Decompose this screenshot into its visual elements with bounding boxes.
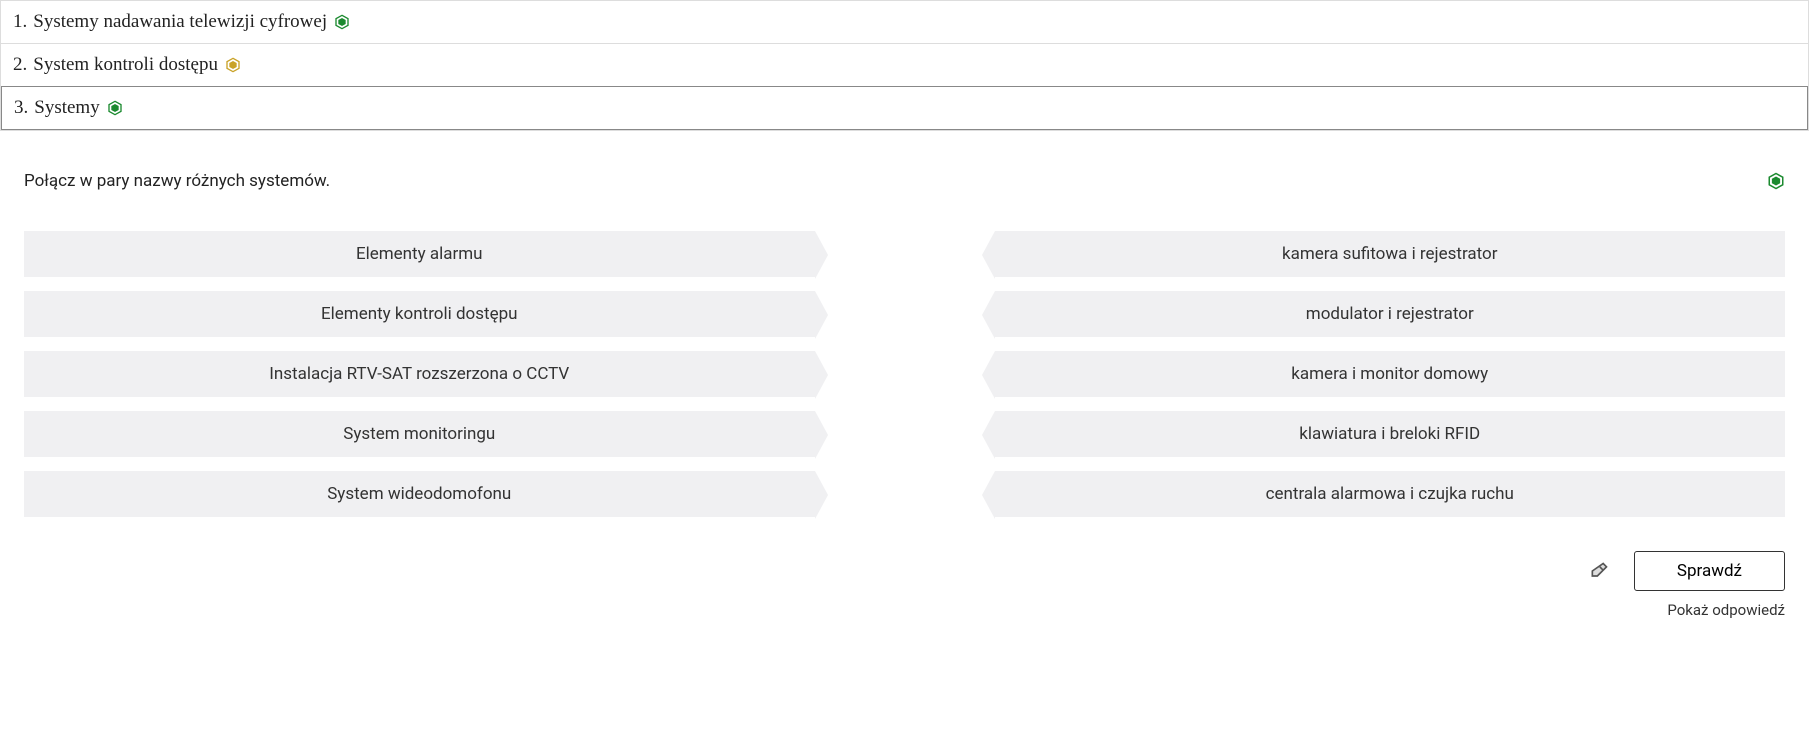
section-number: 2. <box>13 54 27 76</box>
hexagon-icon <box>1767 172 1785 190</box>
pair-left-item[interactable]: Elementy kontroli dostępu <box>24 291 815 337</box>
accordion-item-2[interactable]: 2. System kontroli dostępu <box>1 43 1808 86</box>
pairs-container: Elementy alarmu Elementy kontroli dostęp… <box>24 231 1785 517</box>
footer-controls: Sprawdź <box>24 551 1785 591</box>
right-column: kamera sufitowa i rejestrator modulator … <box>995 231 1786 517</box>
section-title: Systemy nadawania telewizji cyfrowej <box>33 11 327 33</box>
instruction-text: Połącz w pary nazwy różnych systemów. <box>24 171 330 191</box>
pair-left-item[interactable]: System wideodomofonu <box>24 471 815 517</box>
accordion-item-3[interactable]: 3. Systemy <box>1 86 1808 130</box>
hexagon-icon <box>333 13 351 31</box>
accordion-item-1[interactable]: 1. Systemy nadawania telewizji cyfrowej <box>1 0 1808 43</box>
pair-left-item[interactable]: System monitoringu <box>24 411 815 457</box>
section-number: 1. <box>13 11 27 33</box>
pair-left-item[interactable]: Elementy alarmu <box>24 231 815 277</box>
pair-right-item[interactable]: klawiatura i breloki RFID <box>995 411 1786 457</box>
hexagon-icon <box>224 56 242 74</box>
pair-right-item[interactable]: kamera sufitowa i rejestrator <box>995 231 1786 277</box>
check-button[interactable]: Sprawdź <box>1634 551 1785 591</box>
section-title: Systemy <box>34 97 99 119</box>
hexagon-icon <box>106 99 124 117</box>
pair-left-item[interactable]: Instalacja RTV-SAT rozszerzona o CCTV <box>24 351 815 397</box>
pair-right-item[interactable]: kamera i monitor domowy <box>995 351 1786 397</box>
pair-right-item[interactable]: centrala alarmowa i czujka ruchu <box>995 471 1786 517</box>
section-title: System kontroli dostępu <box>33 54 218 76</box>
left-column: Elementy alarmu Elementy kontroli dostęp… <box>24 231 815 517</box>
pair-right-item[interactable]: modulator i rejestrator <box>995 291 1786 337</box>
eraser-icon[interactable] <box>1588 560 1610 582</box>
instruction-row: Połącz w pary nazwy różnych systemów. <box>24 171 1785 191</box>
exercise-panel: Połącz w pary nazwy różnych systemów. El… <box>0 131 1809 643</box>
section-number: 3. <box>14 97 28 119</box>
show-answer-link[interactable]: Pokaż odpowiedź <box>24 601 1785 619</box>
accordion: 1. Systemy nadawania telewizji cyfrowej … <box>0 0 1809 131</box>
